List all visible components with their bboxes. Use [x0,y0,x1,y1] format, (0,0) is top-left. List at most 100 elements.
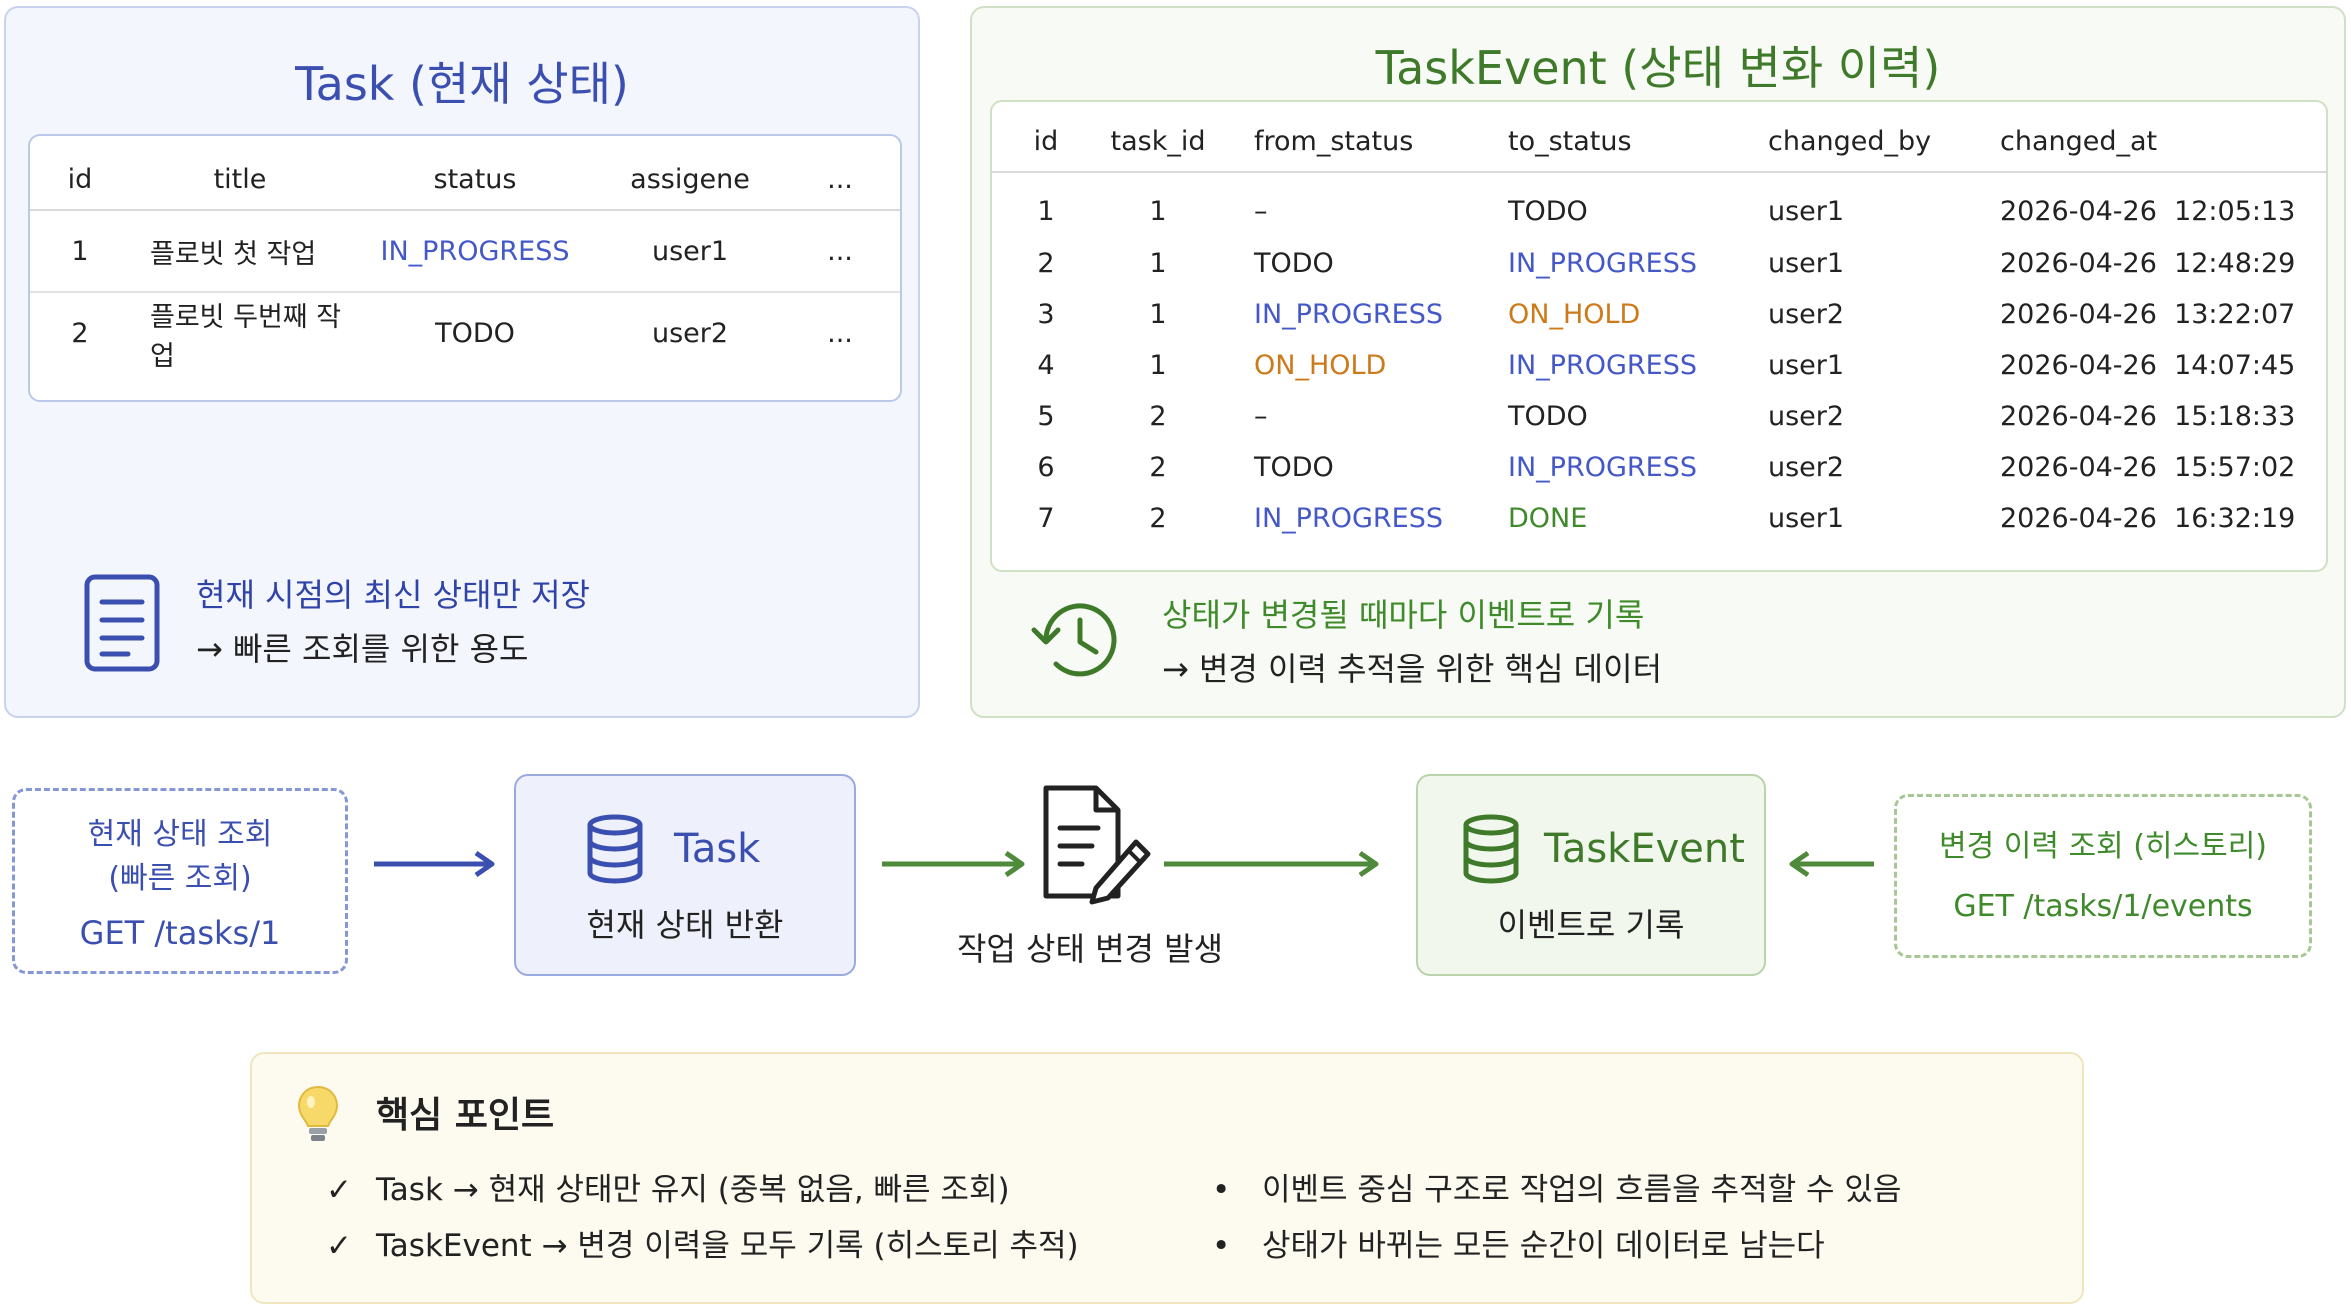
task-note: 현재 시점의 최신 상태만 저장 → 빠른 조회를 위한 용도 [196,568,590,676]
task-event-note-line1: 상태가 변경될 때마다 이벤트로 기록 [1162,596,1645,634]
cell-assignee: user2 [651,318,729,349]
cell-id: 4 [1037,350,1055,381]
task-panel: Task (현재 상태) id title status assigene ..… [4,6,920,718]
cell-from-status: – [1254,196,1268,227]
key-point-item: ✓ Task → 현재 상태만 유지 (중복 없음, 빠른 조회) [326,1172,1010,1208]
cell-id: 7 [1037,503,1055,534]
document-edit-icon [1043,785,1151,905]
task-event-note: 상태가 변경될 때마다 이벤트로 기록 → 변경 이력 추적을 위한 핵심 데이… [1162,588,1662,696]
arrow-left-icon [1789,850,1874,878]
column-header-id: id [992,112,1100,173]
bullet-icon: • [1212,1228,1231,1264]
cell-from-status: TODO [1254,452,1334,483]
task-event-panel: TaskEvent (상태 변화 이력) id task_id from_sta… [970,6,2346,718]
table-row: 3 1 IN_PROGRESS ON_HOLD user2 2026-04-26 13:2… [992,289,2326,340]
arrow-right-icon [1164,850,1379,878]
table-row: 6 2 TODO IN_PROGRESS user2 2026-04-26 15:57:0… [992,442,2326,493]
cell-from-status: IN_PROGRESS [1254,503,1443,534]
change-label: 작업 상태 변경 발생 [956,930,1224,968]
column-header-status: status [350,150,600,211]
task-table: id title status assigene ... 1 플로빗 첫 작업 … [28,134,902,402]
cell-id: 2 [71,318,89,349]
task-box: Task 현재 상태 반환 [514,774,856,976]
query-history-line1: 변경 이력 조회 (히스토리) [1938,829,2268,864]
task-event-box: TaskEvent 이벤트로 기록 [1416,774,1766,976]
cell-changed-at: 2026-04-26 14:07:45 [2000,350,2296,381]
cell-to-status: IN_PROGRESS [1508,350,1697,381]
key-points-panel: 핵심 포인트 ✓ Task → 현재 상태만 유지 (중복 없음, 빠른 조회) … [250,1052,2084,1304]
query-history-box: 변경 이력 조회 (히스토리) GET /tasks/1/events [1894,794,2312,958]
cell-id: 5 [1037,401,1055,432]
query-current-line1: 현재 상태 조회 [87,817,273,852]
cell-to-status: IN_PROGRESS [1508,452,1697,483]
table-row: 1 1 – TODO user1 2026-04-26 12:05:13 [992,172,2326,238]
column-header-id: id [30,150,130,211]
column-header-title: title [130,150,350,211]
cell-from-status: TODO [1254,248,1334,279]
cell-changed-at: 2026-04-26 12:05:13 [2000,196,2296,227]
database-icon [1463,814,1519,884]
task-event-table-header: id task_id from_status to_status changed… [992,112,2326,173]
column-header-changed-by: changed_by [1710,112,1960,173]
task-event-table: id task_id from_status to_status changed… [990,100,2328,572]
column-header-from-status: from_status [1216,112,1470,173]
column-header-changed-at: changed_at [1960,112,2326,173]
cell-changed-by: user2 [1768,401,1845,432]
cell-status: TODO [435,318,515,349]
cell-task-id: 2 [1149,503,1167,534]
cell-title: 플로빗 두번째 작업 [150,301,342,372]
document-icon [84,574,160,672]
cell-changed-by: user2 [1768,299,1845,330]
task-note-line2: → 빠른 조회를 위한 용도 [196,630,529,668]
arrow-right-icon [882,850,1025,878]
cell-changed-at: 2026-04-26 15:18:33 [2000,401,2296,432]
cell-changed-by: user1 [1768,196,1845,227]
column-header-task-id: task_id [1100,112,1216,173]
key-points-title: 핵심 포인트 [376,1095,555,1136]
cell-task-id: 1 [1149,350,1167,381]
task-event-note-line2: → 변경 이력 추적을 위한 핵심 데이터 [1162,650,1663,688]
table-row: 7 2 IN_PROGRESS DONE user1 2026-04-26 16:32:1… [992,493,2326,544]
cell-changed-by: user2 [1768,452,1845,483]
cell-to-status: TODO [1508,196,1588,227]
task-event-panel-title: TaskEvent (상태 변화 이력) [1375,41,1941,95]
cell-more: ... [780,210,900,293]
cell-changed-by: user1 [1768,350,1845,381]
task-panel-title: Task (현재 상태) [295,57,629,111]
cell-changed-at: 2026-04-26 16:32:19 [2000,503,2296,534]
table-row: 1 플로빗 첫 작업 IN_PROGRESS user1 ... [30,210,900,293]
cell-changed-by: user1 [1768,248,1845,279]
table-row: 2 플로빗 두번째 작업 TODO user2 ... [30,292,900,374]
table-row: 2 1 TODO IN_PROGRESS user1 2026-04-26 12:48:2… [992,238,2326,289]
key-point-item: • 이벤트 중심 구조로 작업의 흐름을 추적할 수 있음 [1212,1172,1902,1208]
database-icon [587,814,643,884]
cell-changed-at: 2026-04-26 12:48:29 [2000,248,2296,279]
query-current-api: GET /tasks/1 [79,914,281,952]
key-point-item: • 상태가 바뀌는 모든 순간이 데이터로 남는다 [1212,1228,1825,1264]
cell-task-id: 2 [1149,401,1167,432]
cell-from-status: – [1254,401,1268,432]
table-row: 4 1 ON_HOLD IN_PROGRESS user1 2026-04-26 14:0… [992,340,2326,391]
check-icon: ✓ [326,1228,352,1264]
cell-task-id: 1 [1149,248,1167,279]
cell-more: ... [827,318,853,349]
query-history-api: GET /tasks/1/events [1953,889,2253,924]
cell-id: 2 [1037,248,1055,279]
column-header-more: ... [780,150,900,211]
cell-to-status: DONE [1508,503,1588,534]
cell-to-status: ON_HOLD [1508,299,1641,330]
query-current-box: 현재 상태 조회 (빠른 조회) GET /tasks/1 [12,788,348,974]
task-box-desc: 현재 상태 반환 [586,906,784,944]
cell-from-status: IN_PROGRESS [1254,299,1443,330]
cell-id: 1 [1037,196,1055,227]
cell-changed-at: 2026-04-26 15:57:02 [2000,452,2296,483]
bullet-icon: • [1212,1172,1231,1208]
task-event-box-name: TaskEvent [1544,826,1745,872]
task-box-name: Task [674,826,761,872]
cell-to-status: TODO [1508,401,1588,432]
task-note-line1: 현재 시점의 최신 상태만 저장 [196,576,590,614]
history-icon [1031,603,1117,677]
cell-assignee: user1 [600,210,780,293]
cell-id: 1 [30,210,130,293]
check-icon: ✓ [326,1172,352,1208]
